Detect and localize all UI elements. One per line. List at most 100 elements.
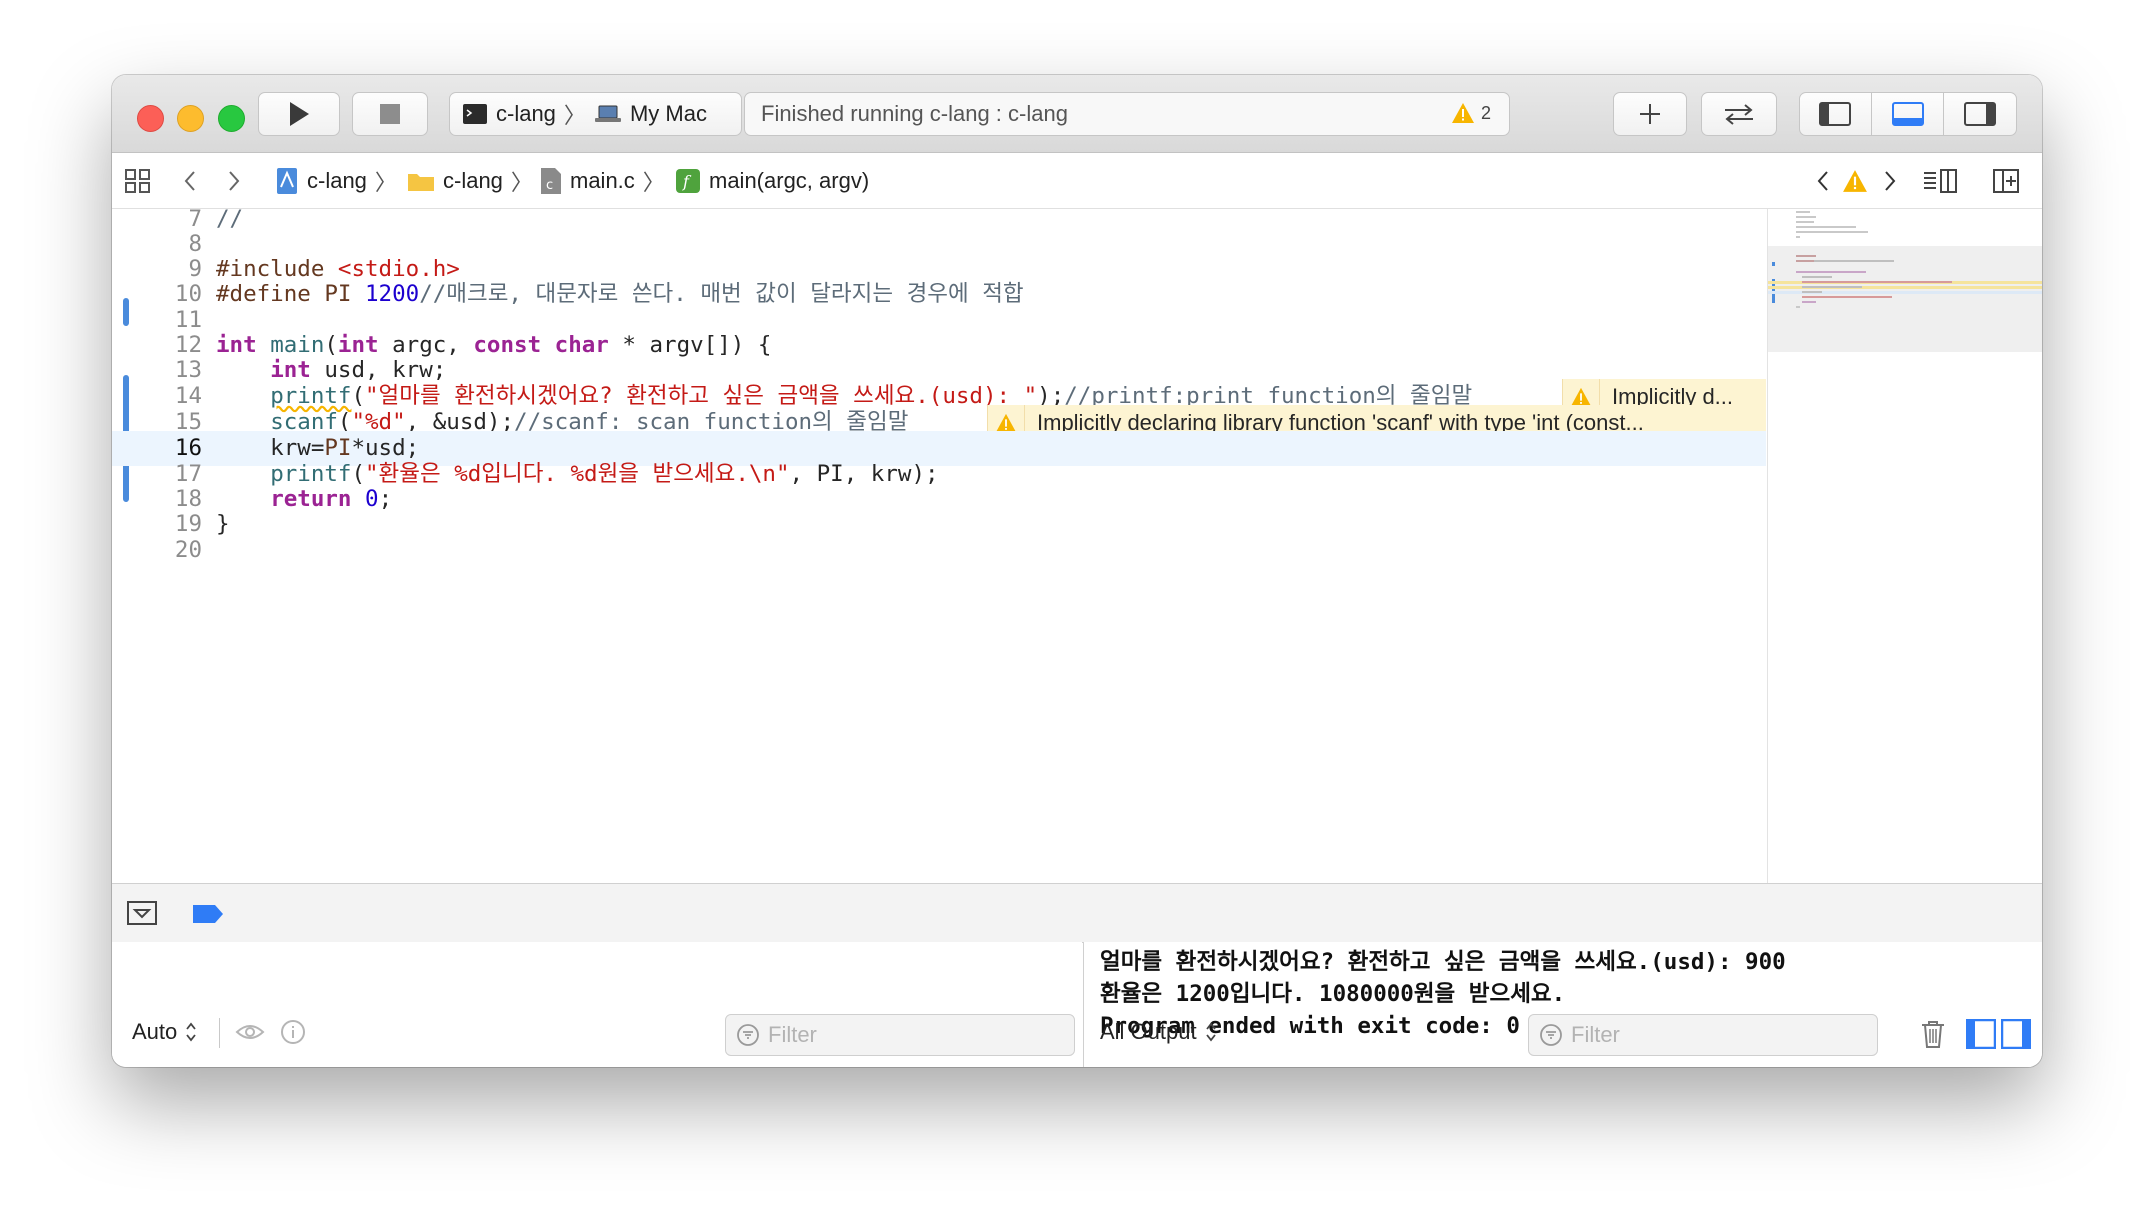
stop-button[interactable] [352,92,428,136]
minimap-preview [1768,211,2042,352]
breadcrumb-symbol[interactable]: f main(argc, argv) [675,153,869,208]
terminal-icon [463,104,487,124]
toggle-navigator-button[interactable] [1800,93,1871,135]
hide-debug-area-button[interactable] [127,900,157,931]
left-pane-icon [1965,1018,1997,1050]
xcode-window: c-lang 〉 My Mac Finished running c-lang … [112,75,2042,1067]
quick-look-button[interactable] [235,1021,265,1048]
filter-icon [737,1024,759,1046]
console-line: 환율은 1200입니다. 1080000원을 받으세요. [1100,981,1566,1007]
console-filter-field[interactable]: Filter [1528,1014,1878,1056]
related-items-button[interactable] [124,153,152,208]
breadcrumb-project[interactable]: c-lang 〉 [275,153,397,208]
console-view[interactable]: 얼마를 환전하시겠어요? 환전하고 싶은 금액을 쓰세요.(usd): 900 환… [1083,942,2042,1067]
show-console-view-button[interactable] [2000,1018,2032,1054]
split-editor-icon [1993,168,2019,193]
line-number: 20 [174,537,202,563]
grid-icon [125,168,150,193]
project-icon [277,167,297,194]
print-description-button[interactable] [280,1019,306,1050]
forward-button[interactable] [226,153,242,208]
chevron-right-icon: 〉 [510,169,533,195]
close-window-button[interactable] [137,105,164,132]
variables-view: Auto Filter [112,942,1082,1067]
breadcrumb-file[interactable]: c main.c 〉 [540,153,665,208]
warning-icon [1451,103,1474,123]
swap-arrows-icon [1725,104,1753,125]
eye-icon [235,1025,265,1039]
trash-icon [1922,1021,1944,1048]
minimize-window-button[interactable] [177,105,204,132]
right-panel-icon [1964,102,1997,126]
chevron-right-icon [1885,170,1896,191]
divider [219,1018,220,1048]
warning-icon [1843,169,1867,192]
collapse-panel-icon [127,901,157,925]
plus-icon [1640,104,1660,124]
play-icon [290,102,309,126]
destination-name: My Mac [629,101,707,126]
list-lines-icon [1924,168,1957,193]
left-panel-icon [1819,102,1852,126]
clear-console-button[interactable] [1920,1019,1946,1054]
variables-scope-popup[interactable]: Auto [132,1019,197,1045]
toolbar: c-lang 〉 My Mac Finished running c-lang … [112,75,2042,153]
warning-icon [996,413,1016,432]
c-file-icon: c [541,167,561,194]
issue-indicator[interactable] [1842,153,1868,208]
breadcrumb-project-label: c-lang [307,167,367,193]
updown-chevron-icon [1205,1022,1216,1042]
chevron-right-icon: 〉 [642,169,665,195]
toggle-inspector-button[interactable] [1943,93,2016,135]
add-editor-button[interactable] [1992,153,2020,208]
variables-scope-label: Auto [132,1019,178,1044]
chevron-right-icon: 〉 [374,169,397,195]
scheme-selector[interactable]: c-lang 〉 My Mac [449,92,742,136]
breakpoints-toggle-button[interactable] [192,904,224,929]
folder-icon [408,173,434,191]
variables-filter-field[interactable]: Filter [725,1014,1075,1056]
filter-placeholder: Filter [768,1022,817,1047]
filter-placeholder: Filter [1571,1022,1620,1047]
bottom-panel-icon [1891,102,1924,126]
previous-issue-button[interactable] [1815,153,1831,208]
activity-viewer[interactable]: Finished running c-lang : c-lang 2 [744,92,1510,136]
panel-toggle-group [1799,92,2017,136]
function-icon: f [676,168,700,193]
info-icon [281,1020,305,1044]
zoom-window-button[interactable] [218,105,245,132]
source-editor[interactable]: 7 // 8 9 #include <stdio.h> 10 #define P… [112,209,1766,883]
library-add-button[interactable] [1613,92,1687,136]
breakpoint-icon [193,905,223,923]
warning-icon [1571,387,1591,406]
chevron-left-icon [1817,170,1828,191]
chevron-right-icon: 〉 [563,103,586,128]
breadcrumb-file-label: main.c [570,167,635,193]
console-line: 얼마를 환전하시겠어요? 환전하고 싶은 금액을 쓰세요.(usd): 900 [1100,949,1786,975]
breadcrumb-symbol-label: main(argc, argv) [709,167,870,193]
warning-indicator[interactable]: 2 [1451,102,1491,124]
console-scope-label: All Output [1100,1019,1197,1044]
code-line: 20 [112,533,1766,568]
run-button[interactable] [258,92,340,136]
chevron-right-icon [229,170,240,191]
scheme-name: c-lang [496,101,556,126]
show-variables-view-button[interactable] [1965,1018,1997,1054]
console-scope-popup[interactable]: All Output [1100,1019,1217,1045]
code-review-button[interactable] [1701,92,1777,136]
updown-chevron-icon [186,1022,196,1042]
next-issue-button[interactable] [1882,153,1898,208]
minimap[interactable] [1767,209,2042,883]
editor-options-button[interactable] [1922,153,1958,208]
filter-icon [1540,1024,1562,1046]
stop-icon [380,104,400,124]
breadcrumb-folder[interactable]: c-lang 〉 [407,153,533,208]
right-pane-icon [2000,1018,2032,1050]
svg-text:c: c [546,178,553,193]
activity-status-text: Finished running c-lang : c-lang [761,101,1068,126]
toggle-debug-area-button[interactable] [1870,93,1944,135]
chevron-left-icon [184,170,195,191]
back-button[interactable] [182,153,198,208]
debug-bar [112,883,2042,943]
jump-bar: c-lang 〉 c-lang 〉 c main.c 〉 f main(argc… [112,153,2042,209]
